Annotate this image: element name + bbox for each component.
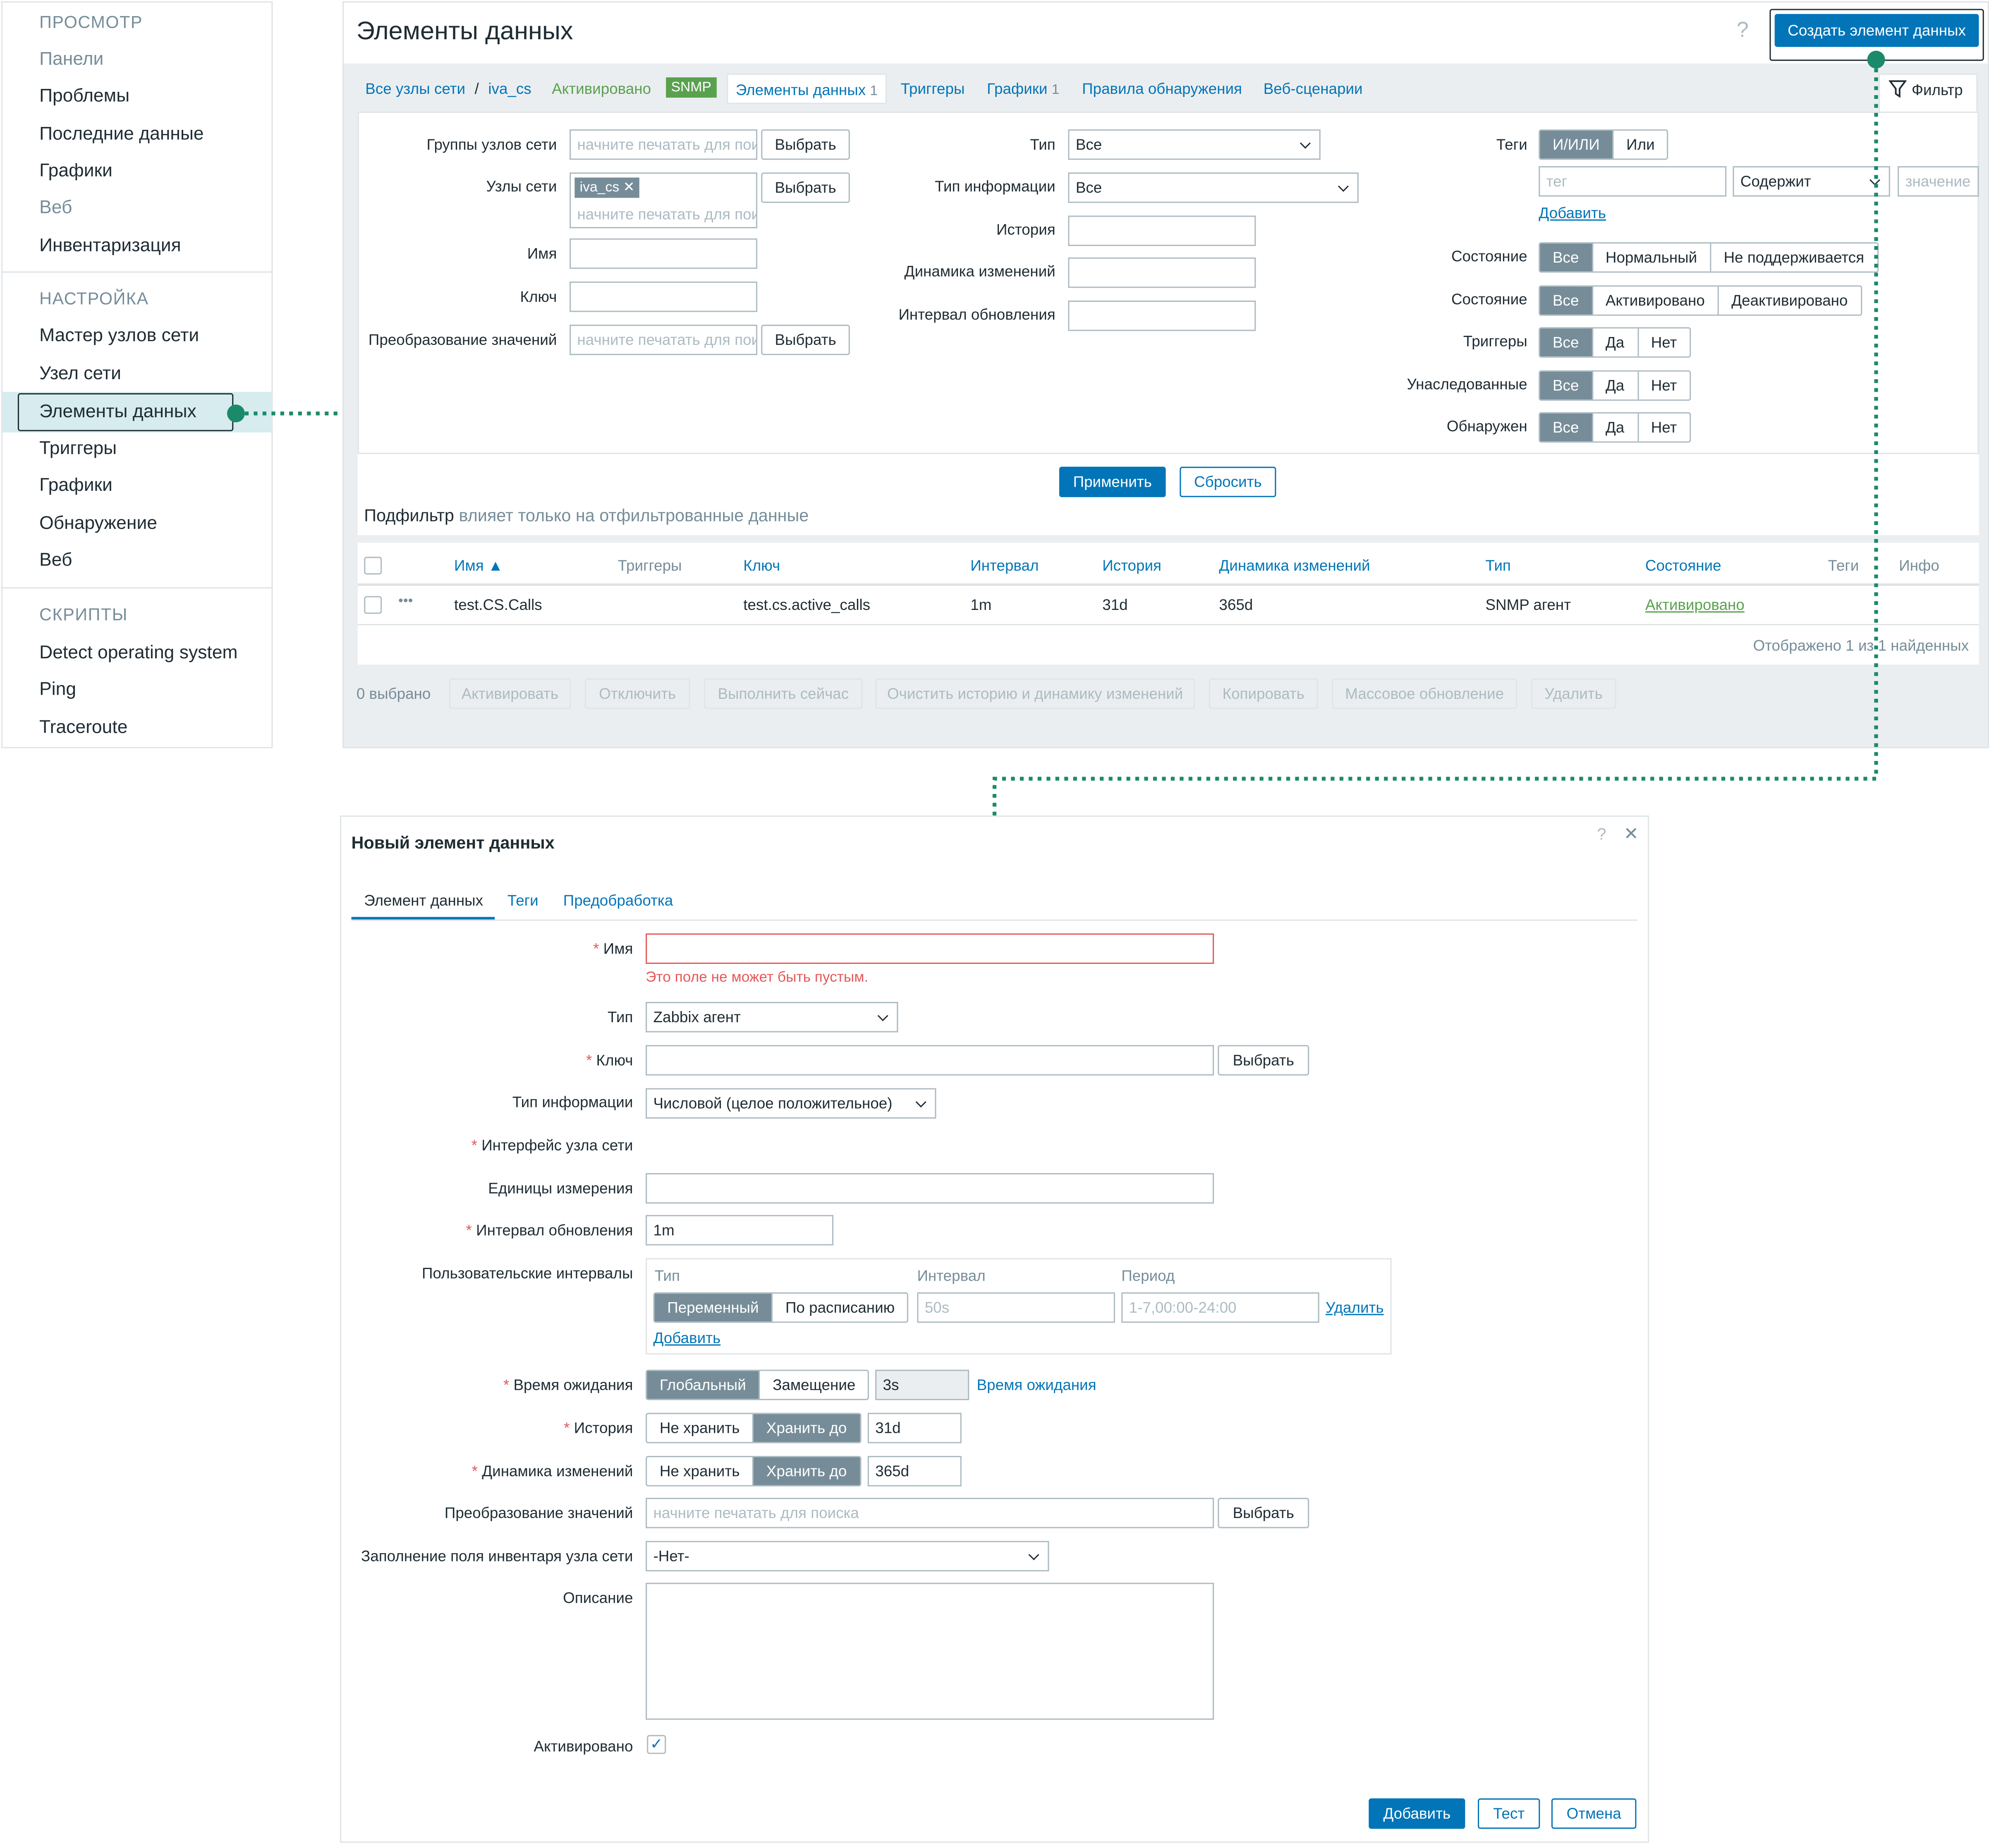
- inventory-select[interactable]: -Нет-: [646, 1541, 1049, 1572]
- name-error: Это поле не может быть пустым.: [646, 970, 869, 986]
- timeout-toggle[interactable]: Глобальный Замещение: [646, 1370, 870, 1400]
- callout-line-create: [992, 60, 1878, 816]
- custom-interval-input[interactable]: 50s: [917, 1292, 1115, 1323]
- trends-input[interactable]: 365d: [867, 1456, 962, 1487]
- custom-type-scheduling[interactable]: По расписанию: [773, 1293, 907, 1321]
- enabled-label: Активировано: [534, 1737, 633, 1755]
- dialog-title: Новый элемент данных: [351, 833, 555, 853]
- interval-input[interactable]: 1m: [646, 1215, 834, 1246]
- key-label: * Ключ: [586, 1051, 633, 1069]
- type-select[interactable]: Zabbix агент: [646, 1002, 898, 1033]
- custom-period-input[interactable]: 1-7,00:00-24:00: [1121, 1292, 1319, 1323]
- inventory-label: Заполнение поля инвентаря узла сети: [361, 1547, 633, 1565]
- custom-intervals-label: Пользовательские интервалы: [422, 1264, 633, 1282]
- callout-dot-sidebar: [227, 404, 245, 423]
- new-item-dialog: Новый элемент данных ? ✕ Элемент данных …: [340, 815, 1649, 1843]
- tab-preprocessing[interactable]: Предобработка: [563, 892, 673, 909]
- trends-store-up-to[interactable]: Хранить до: [754, 1457, 860, 1485]
- custom-add-link[interactable]: Добавить: [653, 1329, 721, 1347]
- history-do-not-store[interactable]: Не хранить: [647, 1414, 754, 1442]
- dialog-help-icon[interactable]: ?: [1597, 825, 1606, 844]
- custom-type-toggle[interactable]: Переменный По расписанию: [653, 1292, 909, 1323]
- dialog-test-button[interactable]: Тест: [1478, 1798, 1540, 1829]
- dialog-cancel-button[interactable]: Отмена: [1551, 1798, 1637, 1829]
- trends-do-not-store[interactable]: Не хранить: [647, 1457, 754, 1485]
- tab-tags[interactable]: Теги: [507, 892, 539, 909]
- timeout-input: 3s: [875, 1370, 969, 1400]
- dialog-add-button[interactable]: Добавить: [1369, 1798, 1465, 1829]
- units-input[interactable]: [646, 1173, 1214, 1204]
- dialog-close-icon[interactable]: ✕: [1624, 823, 1639, 844]
- info-type-select[interactable]: Числовой (целое положительное): [646, 1088, 936, 1119]
- interval-label: * Интервал обновления: [466, 1221, 633, 1239]
- callout-dot-create: [1867, 50, 1885, 69]
- history-store-up-to[interactable]: Хранить до: [754, 1414, 860, 1442]
- type-label: Тип: [608, 1008, 633, 1026]
- description-label: Описание: [563, 1589, 633, 1607]
- history-label: * История: [564, 1419, 633, 1437]
- enabled-checkbox[interactable]: ✓: [647, 1735, 666, 1754]
- interface-label: * Интерфейс узла сети: [471, 1136, 633, 1154]
- valuemap-select-button[interactable]: Выбрать: [1218, 1498, 1309, 1528]
- custom-col-period: Период: [1121, 1267, 1175, 1285]
- timeout-link[interactable]: Время ожидания: [977, 1376, 1096, 1394]
- valuemap-input[interactable]: начните печатать для поиска: [646, 1498, 1214, 1528]
- units-label: Единицы измерения: [488, 1179, 633, 1198]
- trends-label: * Динамика изменений: [472, 1462, 633, 1480]
- custom-col-interval: Интервал: [917, 1267, 986, 1285]
- custom-remove-link[interactable]: Удалить: [1326, 1299, 1384, 1317]
- info-type-label: Тип информации: [512, 1093, 633, 1111]
- name-label: * Имя: [593, 940, 633, 958]
- custom-col-type: Тип: [654, 1267, 680, 1285]
- key-select-button[interactable]: Выбрать: [1218, 1045, 1309, 1076]
- custom-type-flexible[interactable]: Переменный: [654, 1293, 773, 1322]
- tabs-divider: [351, 919, 1638, 921]
- name-input[interactable]: [646, 933, 1214, 964]
- timeout-global[interactable]: Глобальный: [647, 1371, 760, 1399]
- valuemap-label: Преобразование значений: [444, 1504, 633, 1522]
- key-input[interactable]: [646, 1045, 1214, 1076]
- history-toggle[interactable]: Не хранить Хранить до: [646, 1413, 861, 1444]
- tab-item[interactable]: Элемент данных: [364, 892, 483, 909]
- trends-toggle[interactable]: Не хранить Хранить до: [646, 1456, 861, 1487]
- history-input[interactable]: 31d: [867, 1413, 962, 1444]
- timeout-label: * Время ожидания: [503, 1376, 633, 1394]
- timeout-override[interactable]: Замещение: [760, 1371, 869, 1399]
- description-textarea[interactable]: [646, 1583, 1214, 1720]
